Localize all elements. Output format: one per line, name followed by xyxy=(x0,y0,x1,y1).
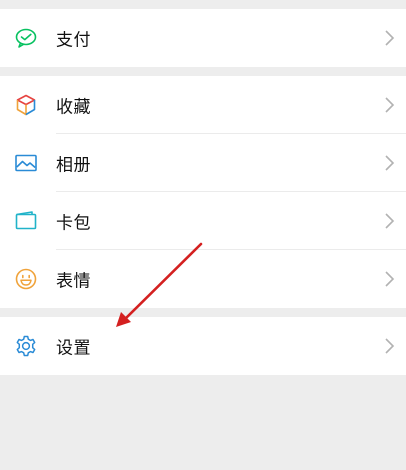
cube-icon xyxy=(14,93,38,117)
menu-label-favorites: 收藏 xyxy=(56,97,91,118)
menu-item-stickers[interactable]: 表情 xyxy=(0,250,406,308)
menu-label-cards: 卡包 xyxy=(56,213,91,234)
tools-group: 收藏 相册 卡包 表情 xyxy=(0,76,406,308)
chevron-right-icon xyxy=(382,337,396,355)
empty-background xyxy=(0,376,406,470)
image-icon xyxy=(14,151,38,175)
chevron-right-icon xyxy=(382,29,396,47)
menu-label-pay: 支付 xyxy=(56,30,91,51)
chevron-right-icon xyxy=(382,154,396,172)
menu-label-stickers: 表情 xyxy=(56,271,91,292)
chevron-right-icon xyxy=(382,270,396,288)
section-gap xyxy=(0,308,406,317)
menu-item-pay[interactable]: 支付 xyxy=(0,9,406,67)
pay-group: 支付 xyxy=(0,9,406,67)
card-wallet-icon xyxy=(14,209,38,233)
menu-item-album[interactable]: 相册 xyxy=(0,134,406,192)
chevron-right-icon xyxy=(382,96,396,114)
gear-icon xyxy=(14,334,38,358)
menu-item-settings[interactable]: 设置 xyxy=(0,317,406,375)
menu-item-cards[interactable]: 卡包 xyxy=(0,192,406,250)
menu-label-album: 相册 xyxy=(56,155,91,176)
settings-group: 设置 xyxy=(0,317,406,375)
wechat-pay-icon xyxy=(14,26,38,50)
menu-label-settings: 设置 xyxy=(56,338,91,359)
section-gap xyxy=(0,67,406,76)
smiley-icon xyxy=(14,267,38,291)
top-spacer xyxy=(0,0,406,9)
chevron-right-icon xyxy=(382,212,396,230)
menu-item-favorites[interactable]: 收藏 xyxy=(0,76,406,134)
